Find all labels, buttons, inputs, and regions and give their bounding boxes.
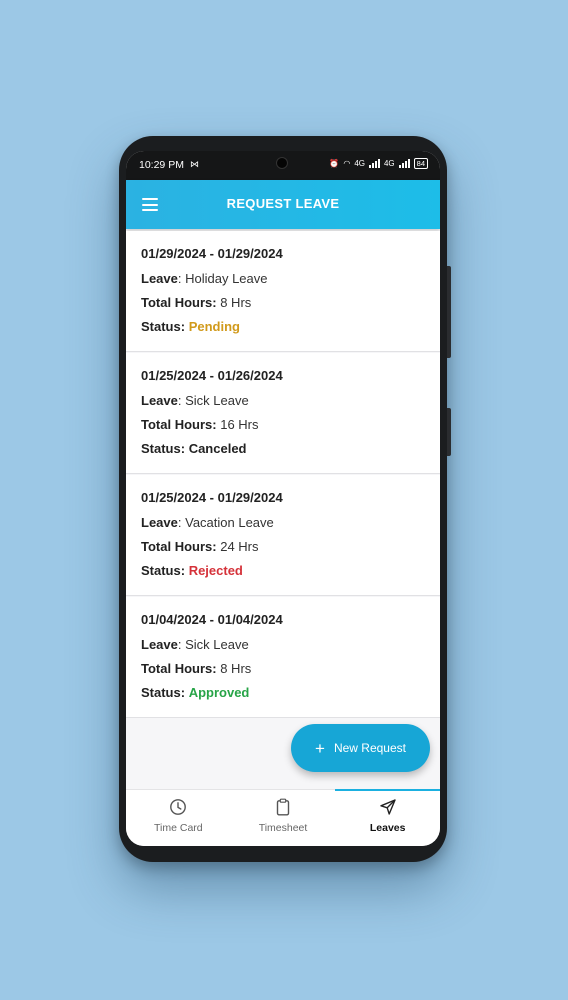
front-camera — [276, 157, 288, 169]
wifi-icon: ◠ — [343, 159, 351, 168]
status-label: Status: — [141, 319, 186, 334]
volume-button — [447, 266, 451, 358]
total-hours-row: Total Hours: 8 Hrs — [141, 661, 440, 676]
leave-dates: 01/29/2024 - 01/29/2024 — [141, 246, 283, 261]
leave-type: Sick Leave — [185, 637, 249, 652]
total-hours-row: Total Hours: 16 Hrs — [141, 417, 440, 432]
total-hours-label: Total Hours: — [141, 661, 217, 676]
leave-label: Leave — [141, 393, 178, 408]
leave-dates: 01/04/2024 - 01/04/2024 — [141, 612, 283, 627]
leave-request-card[interactable]: 01/25/2024 - 01/26/2024 Leave: Sick Leav… — [126, 353, 440, 474]
phone-frame: 10:29 PM ⋈ ⏰ ◠ 4G 4G 84 REQUEST LEAVE 01… — [119, 136, 451, 862]
phone-screen: 10:29 PM ⋈ ⏰ ◠ 4G 4G 84 REQUEST LEAVE 01… — [126, 151, 440, 846]
status-label: Status: — [141, 441, 186, 456]
status-badge: Pending — [188, 319, 240, 334]
leave-type-row: Leave: Sick Leave — [141, 637, 249, 652]
total-hours-label: Total Hours: — [141, 539, 217, 554]
network-type-2: 4G — [383, 159, 395, 168]
leave-type: Sick Leave — [185, 393, 249, 408]
leave-label: Leave — [141, 271, 178, 286]
total-hours: 24 Hrs — [220, 539, 259, 554]
leave-request-list: 01/29/2024 - 01/29/2024 Leave: Holiday L… — [126, 231, 440, 719]
new-request-label: New Request — [333, 741, 406, 755]
nav-label-timesheet: Timesheet — [258, 822, 308, 834]
new-request-button[interactable]: + New Request — [291, 724, 430, 772]
nav-item-leaves[interactable]: Leaves — [335, 789, 440, 846]
total-hours: 16 Hrs — [220, 417, 259, 432]
nav-label-time-card: Time Card — [154, 822, 203, 834]
status-bar: 10:29 PM ⋈ ⏰ ◠ 4G 4G 84 — [126, 151, 440, 180]
leave-dates: 01/25/2024 - 01/29/2024 — [141, 490, 283, 505]
app-bar: REQUEST LEAVE — [126, 180, 440, 229]
network-type-1: 4G — [354, 159, 365, 168]
status-row: Status: Canceled — [141, 441, 440, 456]
battery-icon: 84 — [413, 158, 428, 169]
nav-item-timesheet[interactable]: Timesheet — [231, 790, 336, 846]
leave-type-row: Leave: Sick Leave — [141, 393, 249, 408]
total-hours: 8 Hrs — [220, 295, 252, 310]
total-hours-label: Total Hours: — [141, 295, 217, 310]
power-button — [447, 408, 451, 456]
plus-icon: + — [315, 738, 325, 758]
total-hours-label: Total Hours: — [141, 417, 217, 432]
message-notification-icon: ⋈ — [190, 159, 199, 169]
bottom-navigation: Time Card Timesheet Leaves — [126, 789, 440, 846]
leave-type: Vacation Leave — [185, 515, 274, 530]
leave-type-row: Leave: Vacation Leave — [141, 515, 274, 530]
leave-type-row: Leave: Holiday Leave — [141, 271, 268, 286]
send-icon — [379, 799, 396, 815]
leave-dates: 01/25/2024 - 01/26/2024 — [141, 368, 283, 383]
status-icons: ⏰ ◠ 4G 4G 84 — [329, 158, 428, 169]
status-badge: Rejected — [188, 563, 243, 578]
status-row: Status: Rejected — [141, 563, 440, 578]
nav-label-leaves: Leaves — [369, 822, 406, 834]
status-badge: Approved — [188, 685, 250, 700]
leave-request-card[interactable]: 01/04/2024 - 01/04/2024 Leave: Sick Leav… — [126, 597, 440, 718]
leave-request-card[interactable]: 01/29/2024 - 01/29/2024 Leave: Holiday L… — [126, 231, 440, 352]
total-hours-row: Total Hours: 24 Hrs — [141, 539, 440, 554]
signal-icon-1 — [368, 159, 380, 168]
clipboard-icon — [276, 798, 290, 816]
status-label: Status: — [141, 563, 186, 578]
clock-icon — [170, 799, 187, 815]
status-row: Status: Pending — [141, 319, 440, 334]
total-hours: 8 Hrs — [220, 661, 252, 676]
leave-request-card[interactable]: 01/25/2024 - 01/29/2024 Leave: Vacation … — [126, 475, 440, 596]
status-label: Status: — [141, 685, 186, 700]
nav-item-time-card[interactable]: Time Card — [126, 790, 231, 846]
alarm-icon: ⏰ — [329, 159, 340, 168]
leave-type: Holiday Leave — [185, 271, 268, 286]
leave-label: Leave — [141, 515, 178, 530]
status-row: Status: Approved — [141, 685, 440, 700]
status-time: 10:29 PM — [139, 159, 184, 171]
status-badge: Canceled — [188, 441, 247, 456]
leave-label: Leave — [141, 637, 178, 652]
total-hours-row: Total Hours: 8 Hrs — [141, 295, 440, 310]
page-title: REQUEST LEAVE — [226, 196, 340, 211]
signal-icon-2 — [398, 159, 410, 168]
